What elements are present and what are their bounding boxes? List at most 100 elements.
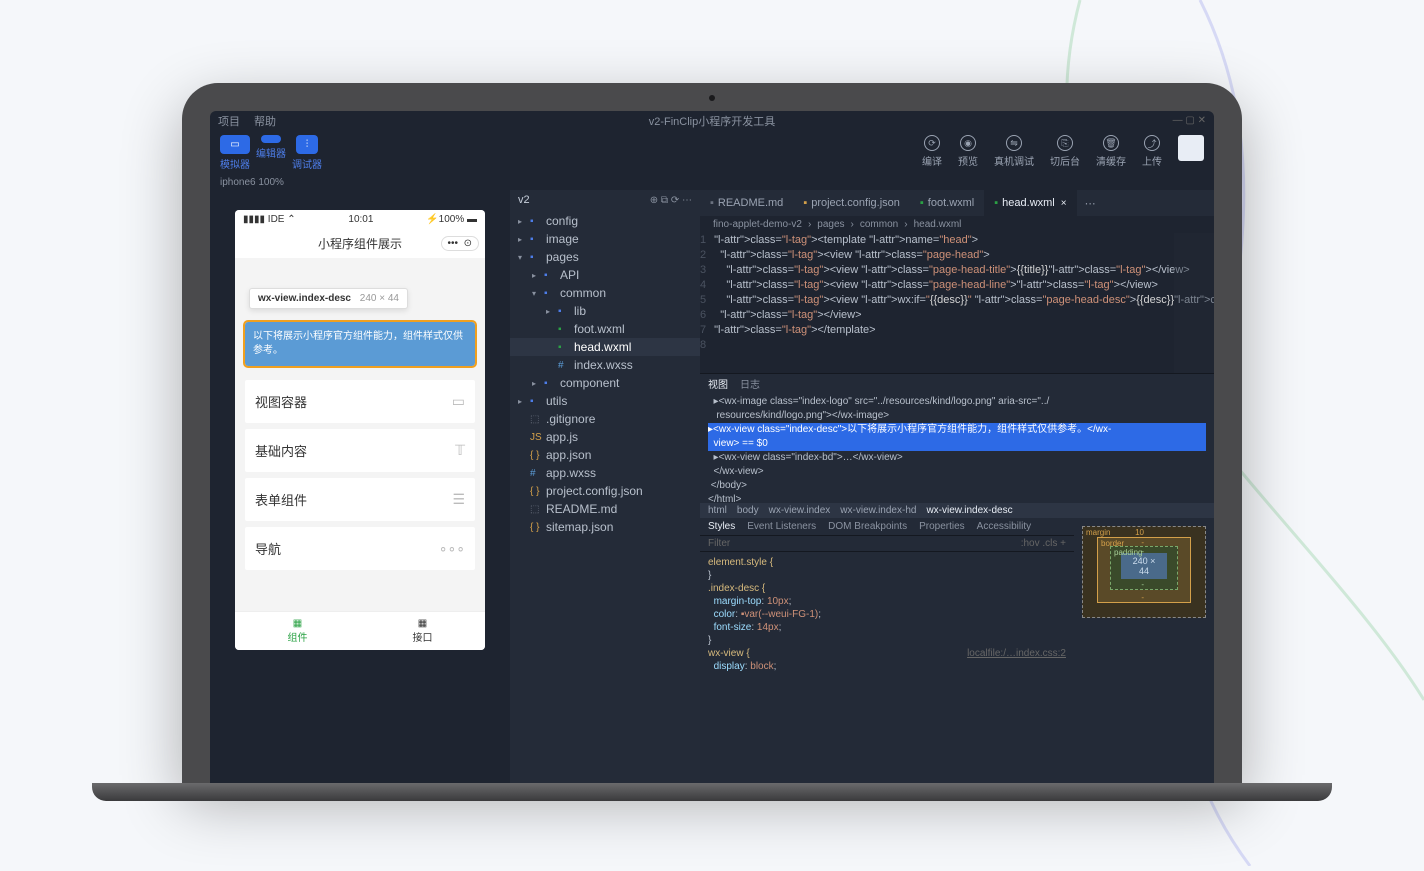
tree-node[interactable]: ▾ ▪ pages bbox=[510, 248, 700, 266]
editor-tab[interactable]: ▪foot.wxml bbox=[910, 190, 984, 216]
tree-node[interactable]: ▸ ▪ API bbox=[510, 266, 700, 284]
highlighted-view[interactable]: 以下将展示小程序官方组件能力，组件样式仅供参考。 bbox=[245, 322, 475, 366]
explorer-root[interactable]: v2 bbox=[518, 194, 530, 206]
tree-node[interactable]: ▸ ▪ component bbox=[510, 374, 700, 392]
devtools-tabs[interactable]: 视图日志 bbox=[700, 374, 1214, 393]
style-tab[interactable]: Accessibility bbox=[977, 521, 1031, 532]
component-item[interactable]: 基础内容𝕋 bbox=[245, 429, 475, 472]
tree-node[interactable]: ▸ ▪ lib bbox=[510, 302, 700, 320]
phone-title: 小程序组件展示 bbox=[318, 235, 402, 252]
styles-panel: Styles Event Listeners DOM Breakpoints Prop… bbox=[700, 518, 1074, 783]
styles-filter[interactable]: Filter :hov .cls + bbox=[700, 536, 1074, 552]
editor-tab[interactable]: ▪head.wxml× bbox=[984, 190, 1076, 216]
menubar: 项目 帮助 bbox=[210, 111, 1214, 131]
status-time: 10:01 bbox=[348, 214, 373, 225]
editor-tabs: ▪README.md ▪project.config.json ▪foot.wx… bbox=[700, 190, 1214, 216]
file-explorer: v2 ⊕ ⧉ ⟳ ⋯ ▸ ▪ config ▸ ▪ image ▾ ▪ page… bbox=[510, 190, 700, 783]
dom-crumb-item[interactable]: body bbox=[737, 505, 759, 516]
box-model: margin 10 border - padding - 240 × 44 bbox=[1074, 518, 1214, 783]
style-tab[interactable]: Styles bbox=[708, 521, 735, 532]
tree-node[interactable]: { } sitemap.json bbox=[510, 518, 700, 536]
camera-dot bbox=[709, 95, 715, 101]
bm-margin-label: margin bbox=[1086, 528, 1110, 537]
tooltip-selector: wx-view.index-desc bbox=[258, 293, 351, 304]
dt-tab[interactable]: 日志 bbox=[740, 376, 760, 391]
status-right: ⚡100% ▬ bbox=[426, 214, 477, 225]
explorer-actions[interactable]: ⊕ ⧉ ⟳ ⋯ bbox=[650, 195, 692, 206]
toolbar-button[interactable]: 🗑清缓存 bbox=[1096, 135, 1126, 168]
tooltip-dimensions: 240 × 44 bbox=[360, 293, 399, 304]
toolbar-button[interactable]: ⤴上传 bbox=[1142, 135, 1162, 168]
tree-node[interactable]: JS app.js bbox=[510, 428, 700, 446]
tree-node[interactable]: ▸ ▪ image bbox=[510, 230, 700, 248]
style-tab[interactable]: Event Listeners bbox=[747, 521, 816, 532]
styles-rules[interactable]: element.style {}.index-desc {</span></di… bbox=[700, 552, 1074, 783]
inspect-tooltip: wx-view.index-desc 240 × 44 bbox=[249, 288, 408, 309]
tree-node[interactable]: ▪ foot.wxml bbox=[510, 320, 700, 338]
dt-tab[interactable]: 视图 bbox=[708, 376, 728, 391]
tree-node[interactable]: ⬚ .gitignore bbox=[510, 410, 700, 428]
filter-placeholder[interactable]: Filter bbox=[708, 538, 730, 549]
app-screen: 项目 帮助 v2-FinClip小程序开发工具 — ▢ ✕ ▭模拟器 编辑器 ⫶… bbox=[210, 111, 1214, 783]
dom-panel[interactable]: ▸<wx-image class="index-logo" src="../re… bbox=[700, 393, 1214, 503]
laptop-frame: 项目 帮助 v2-FinClip小程序开发工具 — ▢ ✕ ▭模拟器 编辑器 ⫶… bbox=[182, 83, 1242, 783]
bm-padding-v: - bbox=[1141, 547, 1144, 556]
devtools: 视图日志 ▸<wx-image class="index-logo" src="… bbox=[700, 373, 1214, 783]
toolbar-pill[interactable]: ⫶调试器 bbox=[292, 135, 322, 171]
editor-tab[interactable]: ▪README.md bbox=[700, 190, 793, 216]
tree-node[interactable]: # app.wxss bbox=[510, 464, 700, 482]
tree-node[interactable]: { } app.json bbox=[510, 446, 700, 464]
status-left: ▮▮▮▮ IDE ⌃ bbox=[243, 214, 296, 225]
toolbar: ▭模拟器 编辑器 ⫶调试器 ⟳编译 ◉预览 ⇋真机调试 ⎘切后台 🗑清缓存 ⤴上… bbox=[210, 129, 1214, 175]
editor-tab[interactable]: ▪project.config.json bbox=[793, 190, 910, 216]
dom-crumb-item[interactable]: html bbox=[708, 505, 727, 516]
styles-tabs[interactable]: Styles Event Listeners DOM Breakpoints Prop… bbox=[700, 518, 1074, 536]
main-area: ▮▮▮▮ IDE ⌃ 10:01 ⚡100% ▬ 小程序组件展示 ••• ⊙ w… bbox=[210, 190, 1214, 783]
dom-crumb-item[interactable]: wx-view.index-desc bbox=[926, 505, 1012, 516]
component-item[interactable]: 表单组件☰ bbox=[245, 478, 475, 521]
phone-navbar: 小程序组件展示 ••• ⊙ bbox=[235, 229, 485, 258]
window-controls[interactable]: — ▢ ✕ bbox=[1173, 115, 1206, 126]
minimap[interactable] bbox=[1174, 233, 1214, 373]
tree-node[interactable]: ▸ ▪ config bbox=[510, 212, 700, 230]
toolbar-button[interactable]: ◉预览 bbox=[958, 135, 978, 168]
tree-node[interactable]: { } project.config.json bbox=[510, 482, 700, 500]
phone-body: wx-view.index-desc 240 × 44 以下将展示小程序官方组件… bbox=[235, 258, 485, 611]
tree-node[interactable]: ▸ ▪ utils bbox=[510, 392, 700, 410]
component-item[interactable]: 导航∘∘∘ bbox=[245, 527, 475, 570]
filter-actions[interactable]: :hov .cls + bbox=[1021, 538, 1066, 549]
phone-tabbar: ▦组件 ▦接口 bbox=[235, 611, 485, 650]
dom-crumb-item[interactable]: wx-view.index bbox=[769, 505, 831, 516]
phone-capsule[interactable]: ••• ⊙ bbox=[441, 236, 479, 251]
dom-breadcrumb[interactable]: html body wx-view.index wx-view.index-hd wx-… bbox=[700, 503, 1214, 518]
menu-project[interactable]: 项目 bbox=[218, 113, 240, 129]
simulator-pane: ▮▮▮▮ IDE ⌃ 10:01 ⚡100% ▬ 小程序组件展示 ••• ⊙ w… bbox=[210, 190, 510, 783]
component-item[interactable]: 视图容器▭ bbox=[245, 380, 475, 423]
toolbar-pill[interactable]: 编辑器 bbox=[256, 135, 286, 171]
phone-tab[interactable]: ▦接口 bbox=[360, 612, 485, 650]
style-tab[interactable]: Properties bbox=[919, 521, 965, 532]
tree-node[interactable]: ▪ head.wxml bbox=[510, 338, 700, 356]
explorer-header: v2 ⊕ ⧉ ⟳ ⋯ bbox=[510, 190, 700, 210]
toolbar-pill[interactable]: ▭模拟器 bbox=[220, 135, 250, 171]
toolbar-button[interactable]: ⇋真机调试 bbox=[994, 135, 1034, 168]
toolbar-button[interactable]: ⟳编译 bbox=[922, 135, 942, 168]
code-editor[interactable]: 12345678 "l-attr">class="l-tag"><templat… bbox=[700, 233, 1214, 373]
phone-statusbar: ▮▮▮▮ IDE ⌃ 10:01 ⚡100% ▬ bbox=[235, 210, 485, 229]
bm-padding-label: padding bbox=[1114, 548, 1142, 557]
device-label: iphone6 100% bbox=[210, 175, 1214, 190]
dom-crumb-item[interactable]: wx-view.index-hd bbox=[840, 505, 916, 516]
tree-node[interactable]: ⬚ README.md bbox=[510, 500, 700, 518]
menu-help[interactable]: 帮助 bbox=[254, 113, 276, 129]
tab-overflow[interactable]: ⋯ bbox=[1077, 197, 1104, 210]
breadcrumb[interactable]: fino-applet-demo-v2›pages›common›head.wx… bbox=[700, 216, 1214, 233]
tree-node[interactable]: # index.wxss bbox=[510, 356, 700, 374]
editor-column: ▪README.md ▪project.config.json ▪foot.wx… bbox=[700, 190, 1214, 783]
phone-tab[interactable]: ▦组件 bbox=[235, 612, 360, 650]
tree-node[interactable]: ▾ ▪ common bbox=[510, 284, 700, 302]
avatar[interactable] bbox=[1178, 135, 1204, 161]
component-list: 视图容器▭ 基础内容𝕋 表单组件☰ 导航∘∘∘ bbox=[245, 380, 475, 570]
style-tab[interactable]: DOM Breakpoints bbox=[828, 521, 907, 532]
toolbar-button[interactable]: ⎘切后台 bbox=[1050, 135, 1080, 168]
file-tree: ▸ ▪ config ▸ ▪ image ▾ ▪ pages ▸ ▪ API ▾… bbox=[510, 210, 700, 783]
